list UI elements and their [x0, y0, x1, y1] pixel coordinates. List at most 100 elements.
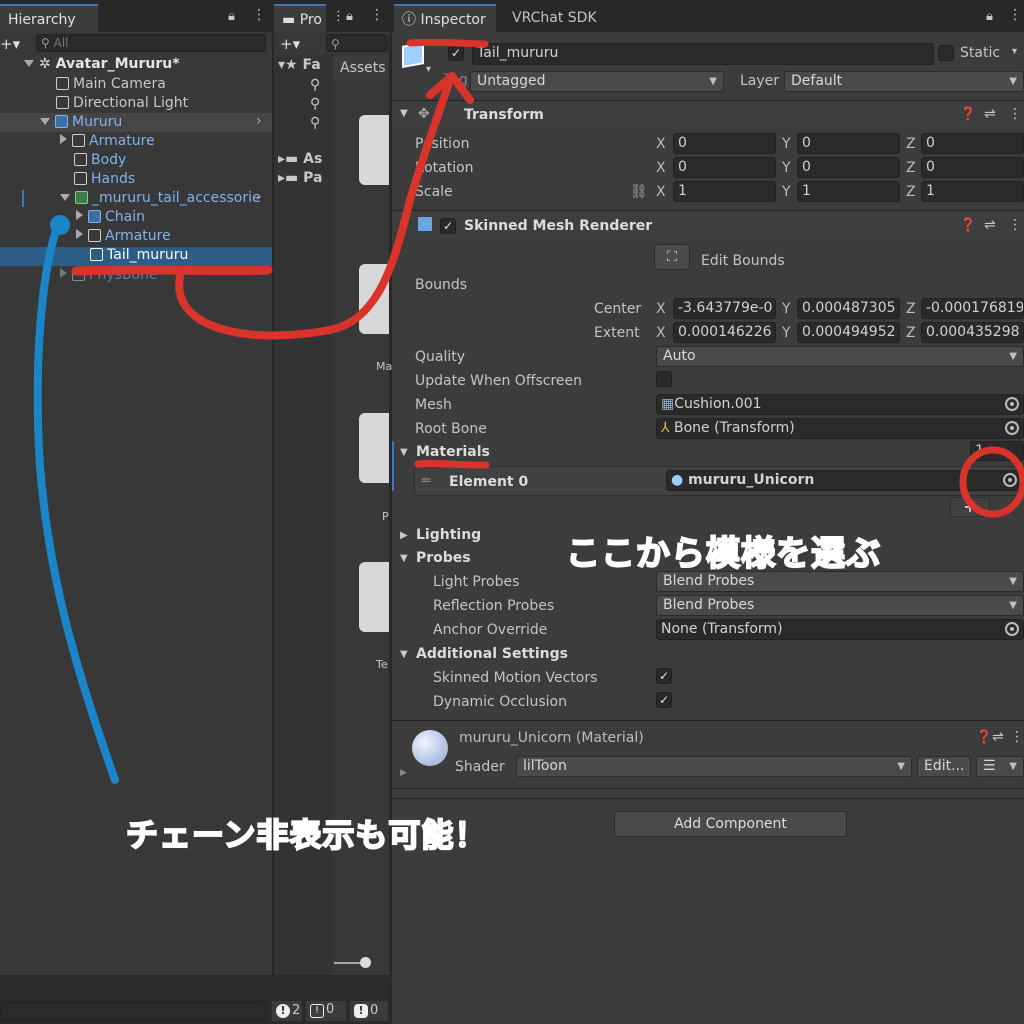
- position-x-field[interactable]: 0: [673, 133, 776, 154]
- foldout-icon[interactable]: [24, 60, 34, 67]
- static-checkbox[interactable]: [938, 45, 954, 61]
- foldout-icon[interactable]: [60, 268, 67, 278]
- object-picker-icon[interactable]: [1005, 622, 1019, 636]
- info-toggle[interactable]: ! 0: [306, 1001, 346, 1021]
- asset-thumbnail[interactable]: [359, 115, 389, 185]
- tab-vrchat-sdk[interactable]: VRChat SDK: [504, 4, 614, 32]
- foldout-icon[interactable]: ▶: [400, 768, 407, 778]
- zoom-slider-handle[interactable]: [360, 957, 371, 968]
- foldout-icon[interactable]: [60, 134, 67, 144]
- tab-project[interactable]: ▬ Pro: [274, 4, 326, 32]
- quality-dropdown[interactable]: Auto ▼: [656, 346, 1024, 367]
- menu-icon[interactable]: ⋮: [1008, 217, 1022, 233]
- skinned-motion-checkbox[interactable]: ✓: [656, 668, 672, 684]
- hierarchy-item-tail-mururu[interactable]: Tail_mururu: [90, 246, 188, 265]
- hierarchy-item-directional-light[interactable]: Directional Light: [56, 94, 188, 113]
- dynamic-occlusion-checkbox[interactable]: ✓: [656, 692, 672, 708]
- drag-handle-icon[interactable]: ═: [422, 473, 430, 489]
- menu-icon[interactable]: ⋮: [252, 7, 266, 23]
- tab-hierarchy[interactable]: Hierarchy: [0, 4, 98, 32]
- lock-icon[interactable]: 🔒︎: [346, 9, 353, 24]
- anchor-override-field[interactable]: None (Transform): [656, 619, 1024, 640]
- favorites-item[interactable]: ▾★ Fa: [278, 56, 321, 75]
- add-element-button[interactable]: +: [950, 497, 990, 517]
- layer-dropdown[interactable]: Default ▼: [784, 71, 1024, 92]
- foldout-icon[interactable]: [40, 118, 50, 125]
- error-toggle[interactable]: ! 0: [350, 1001, 388, 1021]
- console-search[interactable]: [0, 1001, 266, 1021]
- lock-icon[interactable]: 🔒︎: [986, 9, 993, 24]
- edit-bounds-button[interactable]: ⛶: [654, 244, 690, 270]
- rotation-x-field[interactable]: 0: [673, 157, 776, 178]
- object-picker-icon[interactable]: [1005, 397, 1019, 411]
- hierarchy-item-body[interactable]: Body: [74, 151, 126, 170]
- update-offscreen-checkbox[interactable]: [656, 371, 672, 387]
- reflection-probes-dropdown[interactable]: Blend Probes ▼: [656, 595, 1024, 616]
- assets-breadcrumb[interactable]: Assets: [334, 56, 389, 80]
- hierarchy-add-button[interactable]: +▾: [0, 35, 20, 53]
- chevron-down-icon[interactable]: ▾: [426, 64, 431, 75]
- hierarchy-item-armature[interactable]: Armature: [60, 132, 155, 151]
- help-icon[interactable]: ❓: [960, 218, 976, 233]
- center-y-field[interactable]: 0.000487305: [797, 298, 900, 319]
- hierarchy-item-physbone[interactable]: PhysBone: [60, 266, 158, 285]
- hierarchy-item-hands[interactable]: Hands: [74, 170, 135, 189]
- menu-icon[interactable]: ⋮: [1008, 106, 1022, 122]
- asset-thumbnail[interactable]: [359, 413, 389, 483]
- asset-thumbnail[interactable]: [359, 264, 389, 334]
- preset-icon[interactable]: ⇌: [992, 729, 1004, 745]
- help-icon[interactable]: ❓: [960, 107, 976, 122]
- asset-thumbnail[interactable]: [359, 562, 389, 632]
- object-picker-icon[interactable]: [1003, 473, 1017, 487]
- preset-icon[interactable]: ⇌: [984, 106, 996, 122]
- position-z-field[interactable]: 0: [921, 133, 1024, 154]
- tag-dropdown[interactable]: Untagged ▼: [470, 71, 724, 92]
- hierarchy-item-chain[interactable]: Chain: [76, 208, 145, 227]
- rotation-y-field[interactable]: 0: [797, 157, 900, 178]
- foldout-icon[interactable]: ▼: [400, 553, 408, 564]
- foldout-icon[interactable]: [76, 210, 83, 220]
- foldout-icon[interactable]: [60, 194, 70, 201]
- element0-field[interactable]: ● mururu_Unicorn: [666, 470, 1022, 491]
- chevron-right-icon[interactable]: ›: [256, 113, 262, 129]
- menu-icon[interactable]: ⋮: [332, 9, 345, 24]
- hierarchy-item-mururu[interactable]: Mururu: [40, 113, 122, 132]
- project-add-button[interactable]: +▾: [280, 35, 300, 53]
- chevron-right-icon[interactable]: ›: [256, 189, 262, 205]
- hierarchy-search-input[interactable]: ⚲ All: [36, 34, 266, 52]
- rotation-z-field[interactable]: 0: [921, 157, 1024, 178]
- mesh-field[interactable]: ▦Cushion.001: [656, 394, 1024, 415]
- foldout-icon[interactable]: ▼: [400, 649, 408, 660]
- menu-icon[interactable]: ⋮: [1008, 7, 1022, 23]
- extent-y-field[interactable]: 0.000494952: [797, 322, 900, 343]
- assets-folder[interactable]: ▸▬ As: [278, 150, 322, 169]
- object-picker-icon[interactable]: [1005, 421, 1019, 435]
- scale-y-field[interactable]: 1: [797, 181, 900, 202]
- scale-x-field[interactable]: 1: [673, 181, 776, 202]
- add-component-button[interactable]: Add Component: [614, 811, 847, 837]
- hierarchy-root[interactable]: ✲ Avatar_Mururu*: [24, 55, 180, 74]
- active-checkbox[interactable]: ✓: [448, 45, 464, 61]
- foldout-icon[interactable]: ▼: [400, 447, 408, 458]
- center-z-field[interactable]: -0.000176819: [921, 298, 1024, 319]
- foldout-icon[interactable]: ▼: [400, 108, 408, 119]
- chevron-down-icon[interactable]: ▾: [1012, 46, 1017, 57]
- shader-options-button[interactable]: ☰ ▼: [976, 756, 1024, 777]
- tab-inspector[interactable]: ⓘ Inspector: [394, 4, 496, 32]
- hierarchy-item-tail-accessorie[interactable]: _mururu_tail_accessorie: [60, 189, 261, 208]
- shader-edit-button[interactable]: Edit...: [917, 756, 971, 777]
- lock-icon[interactable]: 🔒︎: [228, 9, 235, 24]
- extent-z-field[interactable]: 0.000435298: [921, 322, 1024, 343]
- hierarchy-item-armature-2[interactable]: Armature: [76, 227, 171, 246]
- extent-x-field[interactable]: 0.000146226: [673, 322, 776, 343]
- help-icon[interactable]: ❓: [976, 730, 992, 745]
- packages-folder[interactable]: ▸▬ Pa: [278, 169, 322, 188]
- shader-dropdown[interactable]: lilToon ▼: [516, 756, 912, 777]
- foldout-icon[interactable]: [76, 229, 83, 239]
- position-y-field[interactable]: 0: [797, 133, 900, 154]
- menu-icon[interactable]: ⋮: [370, 7, 384, 23]
- foldout-icon[interactable]: ▼: [400, 219, 408, 230]
- gameobject-icon[interactable]: [402, 42, 424, 68]
- preset-icon[interactable]: ⇌: [984, 217, 996, 233]
- project-search-input[interactable]: ⚲: [326, 34, 388, 52]
